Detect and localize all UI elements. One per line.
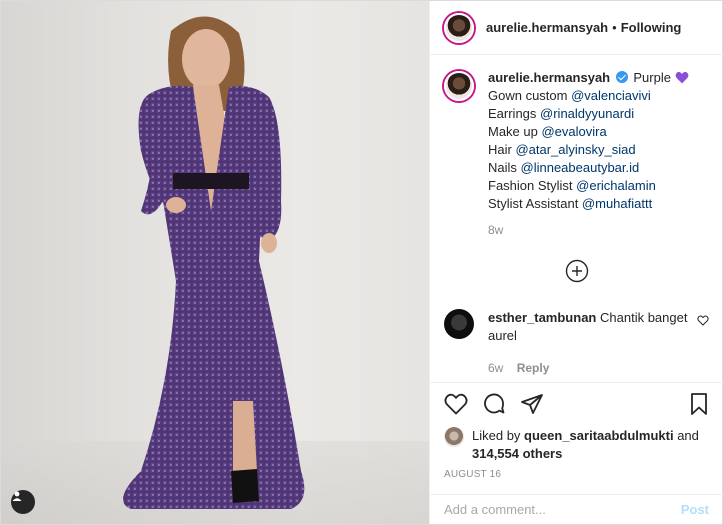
comment-icon[interactable] xyxy=(482,392,506,416)
mention-link[interactable]: @rinaldyyunardi xyxy=(540,106,634,121)
caption-line-hair: Hair @atar_alyinsky_siad xyxy=(488,142,636,157)
mention-link[interactable]: @erichalamin xyxy=(576,178,656,193)
caption-author-avatar[interactable] xyxy=(444,71,474,101)
caption: aurelie.hermansyah Purple Gown custom @v… xyxy=(430,55,723,239)
caption-line-gown: Gown custom @valenciavivi xyxy=(488,88,651,103)
load-more-comments-button[interactable] xyxy=(430,259,723,283)
heart-icon[interactable] xyxy=(444,393,468,415)
add-comment-input[interactable] xyxy=(444,502,681,517)
post-actions: Liked by queen_saritaabdulmukti and 314,… xyxy=(430,382,723,480)
separator-dot: • xyxy=(612,20,617,35)
post-photo[interactable] xyxy=(1,1,429,524)
author-username[interactable]: aurelie.hermansyah xyxy=(486,20,608,35)
likes-prefix: Liked by xyxy=(472,428,525,443)
following-button[interactable]: Following xyxy=(621,20,682,35)
mention-link[interactable]: @atar_alyinsky_siad xyxy=(515,142,635,157)
caption-line-stylist: Fashion Stylist @erichalamin xyxy=(488,178,656,193)
liker-username[interactable]: queen_saritaabdulmukti xyxy=(524,428,674,443)
share-icon[interactable] xyxy=(520,392,544,416)
post-header: aurelie.hermansyah • Following xyxy=(430,1,723,55)
caption-line-assistant: Stylist Assistant @muhafiattt xyxy=(488,196,653,211)
verified-badge-icon xyxy=(615,71,628,83)
comment-age: 6w xyxy=(488,361,504,375)
action-icons xyxy=(444,391,709,417)
likes-middle: and xyxy=(673,428,699,443)
reply-button[interactable]: Reply xyxy=(517,361,550,375)
caption-line-earrings: Earrings @rinaldyyunardi xyxy=(488,106,635,121)
bookmark-icon[interactable] xyxy=(689,392,709,416)
post-side-panel: aurelie.hermansyah • Following aurelie.h… xyxy=(429,1,723,524)
likes-count[interactable]: 314,554 others xyxy=(472,446,562,461)
like-comment-heart-icon[interactable] xyxy=(697,315,709,326)
author-avatar[interactable] xyxy=(444,12,474,43)
photo-illustration xyxy=(1,16,429,524)
post-comment-button[interactable]: Post xyxy=(681,502,709,517)
mention-link[interactable]: @evalovira xyxy=(541,124,606,139)
caption-first-text: Purple xyxy=(633,70,671,85)
purple-heart-icon xyxy=(675,71,688,84)
caption-age: 8w xyxy=(488,223,504,237)
commenter-username[interactable]: esther_tambunan xyxy=(488,310,596,325)
liker-avatar[interactable] xyxy=(444,427,464,447)
mention-link[interactable]: @linneabeautybar.id xyxy=(521,160,640,175)
comment-body: esther_tambunan Chantik banget aurel 6w … xyxy=(488,309,689,377)
likes-summary: Liked by queen_saritaabdulmukti and 314,… xyxy=(444,427,709,463)
mention-link[interactable]: @valenciavivi xyxy=(571,88,651,103)
caption-username[interactable]: aurelie.hermansyah xyxy=(488,70,610,85)
caption-line-nails: Nails @linneabeautybar.id xyxy=(488,160,640,175)
caption-line-makeup: Make up @evalovira xyxy=(488,124,607,139)
add-comment-bar: Post xyxy=(430,494,723,524)
comment: esther_tambunan Chantik banget aurel 6w … xyxy=(430,309,723,377)
tag-people-icon[interactable] xyxy=(11,490,35,514)
add-icon[interactable] xyxy=(565,259,589,283)
comment-meta: 6w Reply xyxy=(488,359,689,377)
commenter-avatar[interactable] xyxy=(444,309,474,339)
post-date[interactable]: AUGUST 16 xyxy=(444,469,709,480)
mention-link[interactable]: @muhafiattt xyxy=(582,196,652,211)
instagram-post: aurelie.hermansyah • Following aurelie.h… xyxy=(0,0,723,525)
caption-text: aurelie.hermansyah Purple Gown custom @v… xyxy=(488,69,689,239)
